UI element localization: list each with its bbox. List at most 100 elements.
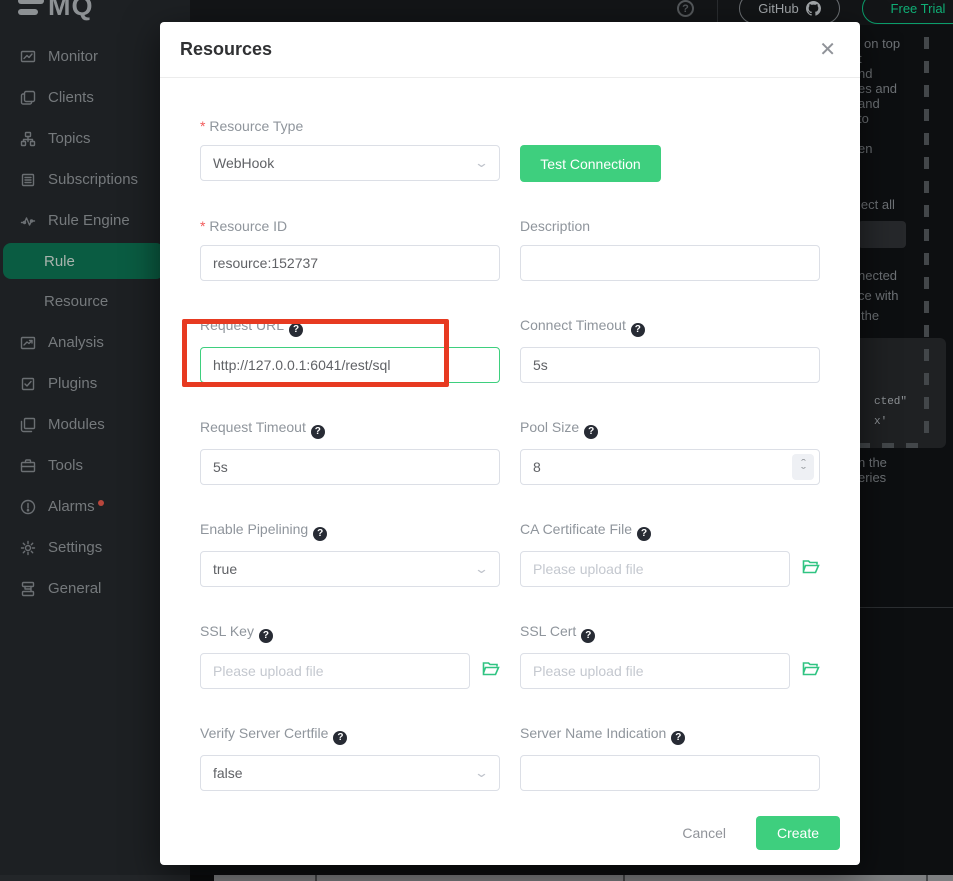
bg-dashed-border-vertical: [924, 37, 929, 437]
cancel-button[interactable]: Cancel: [682, 825, 726, 841]
pool-size-input[interactable]: [520, 449, 820, 485]
bg-text-fragment: n the: [858, 455, 887, 470]
plugins-icon: [20, 376, 36, 392]
request-url-input[interactable]: [200, 347, 500, 383]
question-help-icon[interactable]: ?: [313, 527, 327, 541]
enable-pipelining-field: Enable Pipelining? true ⌄: [200, 521, 500, 587]
question-help-icon[interactable]: ?: [581, 629, 595, 643]
sidebar-item-label: Monitor: [48, 48, 98, 65]
ssl-key-field: SSL Key?: [200, 623, 500, 689]
question-help-icon[interactable]: ?: [584, 425, 598, 439]
chevron-down-icon: ⌄: [474, 765, 489, 781]
bg-text-fragment: lect all: [858, 197, 895, 212]
sidebar-item-label: General: [48, 580, 101, 597]
question-help-icon[interactable]: ?: [631, 323, 645, 337]
description-label: Description: [520, 218, 820, 235]
request-timeout-label: Request Timeout?: [200, 419, 500, 439]
bg-text-fragment: eries: [858, 470, 886, 485]
question-help-icon[interactable]: ?: [333, 731, 347, 745]
bg-code-block: cted" x': [852, 338, 946, 448]
horizontal-scrollbar-thumb[interactable]: [214, 875, 953, 881]
connect-timeout-field: Connect Timeout?: [520, 317, 820, 383]
quantity-stepper[interactable]: ˆˇ: [792, 454, 814, 480]
sidebar-item-label: Subscriptions: [48, 171, 138, 188]
enable-pipelining-label: Enable Pipelining?: [200, 521, 500, 541]
sidebar-item-label: Clients: [48, 89, 94, 106]
alarms-icon: [20, 499, 36, 515]
server-name-indication-input[interactable]: [520, 755, 820, 791]
emqx-logo-text: MQ: [48, 0, 94, 22]
emqx-logo-bars-icon: [18, 0, 44, 22]
verify-server-certfile-value: false: [213, 765, 243, 781]
sidebar-item-label: Alarms: [48, 498, 95, 515]
monitor-icon: [20, 49, 36, 65]
folder-upload-icon[interactable]: [802, 661, 820, 682]
server-name-indication-field: Server Name Indication?: [520, 725, 820, 791]
test-connection-button[interactable]: Test Connection: [520, 145, 661, 182]
resource-type-value: WebHook: [213, 155, 274, 171]
resources-modal: Resources ✕ Resource Type WebHook ⌄ Test…: [160, 22, 860, 865]
sidebar-item-label: Resource: [44, 293, 108, 310]
modal-header: Resources ✕: [160, 22, 860, 78]
gear-icon: [20, 540, 36, 556]
enable-pipelining-select[interactable]: true ⌄: [200, 551, 500, 587]
verify-server-certfile-field: Verify Server Certfile? false ⌄: [200, 725, 500, 791]
verify-server-certfile-select[interactable]: false ⌄: [200, 755, 500, 791]
description-input[interactable]: [520, 245, 820, 281]
alarm-badge-dot: [98, 500, 104, 506]
enable-pipelining-value: true: [213, 561, 237, 577]
sidebar-item-label: Modules: [48, 416, 105, 433]
close-icon[interactable]: ✕: [815, 36, 840, 64]
ssl-key-input[interactable]: [200, 653, 470, 689]
bg-text-fragment: the: [861, 308, 879, 323]
question-help-icon[interactable]: ?: [289, 323, 303, 337]
resource-type-select[interactable]: WebHook ⌄: [200, 145, 500, 181]
connect-timeout-input[interactable]: [520, 347, 820, 383]
scrollbar-divider: [926, 875, 928, 881]
dimmed-background-content: on top t nd es and and to en lect all ne…: [858, 25, 953, 875]
modules-icon: [20, 417, 36, 433]
bg-code-fragment: x': [874, 416, 887, 428]
github-label: GitHub: [758, 1, 798, 16]
ca-certificate-file-input[interactable]: [520, 551, 790, 587]
analysis-icon: [20, 335, 36, 351]
sidebar-item-label: Settings: [48, 539, 102, 556]
create-button[interactable]: Create: [756, 816, 840, 850]
bottom-strip-sidebar-segment: [0, 875, 190, 881]
general-icon: [20, 581, 36, 597]
sidebar-item-rule[interactable]: Rule: [3, 243, 164, 279]
bg-horizontal-divider: [858, 607, 953, 608]
folder-upload-icon[interactable]: [802, 559, 820, 580]
question-help-icon[interactable]: ?: [311, 425, 325, 439]
request-url-label: Request URL?: [200, 317, 500, 337]
description-field: Description: [520, 218, 820, 281]
bg-text-fragment: ce with: [858, 288, 898, 303]
ssl-key-label: SSL Key?: [200, 623, 500, 643]
tools-icon: [20, 458, 36, 474]
emqx-logo[interactable]: MQ: [0, 0, 190, 22]
question-help-icon[interactable]: ?: [259, 629, 273, 643]
bg-text-fragment: nd: [858, 66, 872, 81]
sidebar-item-label: Plugins: [48, 375, 97, 392]
bottom-scrollbar: [0, 875, 953, 881]
free-trial-label: Free Trial: [891, 1, 946, 16]
github-button[interactable]: GitHub: [739, 0, 840, 24]
ssl-cert-input[interactable]: [520, 653, 790, 689]
ssl-cert-field: SSL Cert?: [520, 623, 820, 689]
bg-dashed-border-horizontal: [858, 443, 930, 448]
help-icon[interactable]: ?: [677, 0, 694, 17]
question-help-icon[interactable]: ?: [671, 731, 685, 745]
request-timeout-input[interactable]: [200, 449, 500, 485]
folder-upload-icon[interactable]: [482, 661, 500, 682]
free-trial-button[interactable]: Free Trial: [862, 0, 953, 24]
bg-text-fragment: nected: [858, 268, 897, 283]
modal-footer: Cancel Create: [160, 801, 860, 865]
sidebar-item-label: Topics: [48, 130, 91, 147]
question-help-icon[interactable]: ?: [637, 527, 651, 541]
resource-id-input[interactable]: [200, 245, 500, 281]
stepper-down-icon[interactable]: ˇ: [801, 467, 806, 475]
resource-type-label: Resource Type: [200, 118, 500, 135]
modal-body: Resource Type WebHook ⌄ Test Connection …: [160, 78, 860, 791]
pool-size-field: Pool Size? ˆˇ: [520, 419, 820, 485]
github-octocat-icon: [806, 1, 821, 16]
